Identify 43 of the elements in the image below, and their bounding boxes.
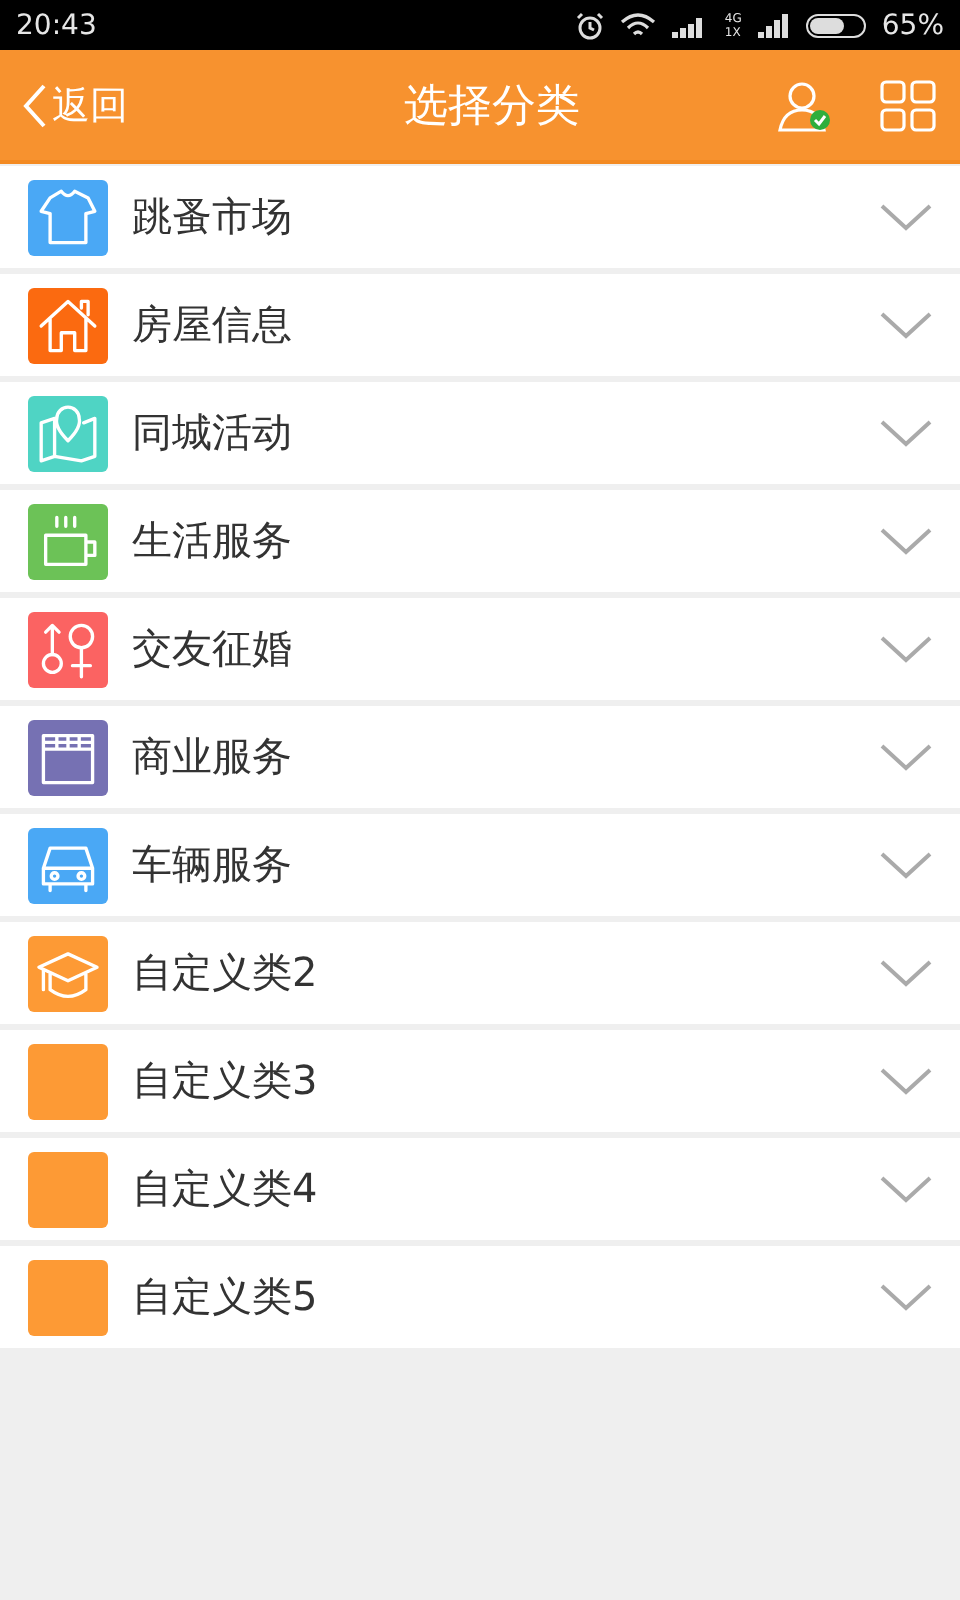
category-label: 生活服务: [132, 514, 294, 568]
page-title: 选择分类: [402, 79, 582, 135]
user-check-icon[interactable]: [776, 77, 836, 133]
category-row[interactable]: 自定义类4: [0, 1138, 960, 1240]
category-label: 自定义类2: [132, 946, 320, 1000]
category-label: 车辆服务: [132, 838, 294, 892]
clock-time: 20:43: [16, 9, 97, 41]
chevron-down-icon: [880, 1283, 932, 1311]
category-label: 房屋信息: [132, 298, 294, 352]
wifi-icon: [620, 11, 657, 39]
alarm-icon: [576, 11, 605, 39]
category-label: 自定义类4: [132, 1162, 320, 1216]
chevron-down-icon: [880, 419, 932, 447]
chevron-down-icon: [880, 1067, 932, 1095]
signal-icon: [757, 13, 790, 37]
category-label: 同城活动: [132, 406, 294, 460]
category-row[interactable]: 交友征婚: [0, 598, 960, 700]
category-row[interactable]: 车辆服务: [0, 814, 960, 916]
chevron-down-icon: [880, 635, 932, 663]
category-row[interactable]: 商业服务: [0, 706, 960, 808]
category-label: 商业服务: [132, 730, 294, 784]
category-label: 跳蚤市场: [132, 190, 294, 244]
category-label: 自定义类5: [132, 1270, 320, 1324]
chevron-down-icon: [880, 311, 932, 339]
category-row[interactable]: 自定义类2: [0, 922, 960, 1024]
chevron-down-icon: [880, 527, 932, 555]
category-label: 自定义类3: [132, 1054, 320, 1108]
category-label: 交友征婚: [132, 622, 294, 676]
category-row[interactable]: 生活服务: [0, 490, 960, 592]
chevron-down-icon: [880, 851, 932, 879]
chevron-down-icon: [880, 959, 932, 987]
category-row[interactable]: 跳蚤市场: [0, 166, 960, 268]
chevron-down-icon: [880, 203, 932, 231]
back-chevron-icon: [20, 81, 48, 129]
battery-icon: [805, 13, 866, 37]
category-row[interactable]: 同城活动: [0, 382, 960, 484]
category-row[interactable]: 自定义类5: [0, 1246, 960, 1348]
grid-icon[interactable]: [880, 79, 936, 131]
category-row[interactable]: 房屋信息: [0, 274, 960, 376]
chevron-down-icon: [880, 743, 932, 771]
battery-percent: 65%: [881, 9, 944, 41]
category-row[interactable]: 自定义类3: [0, 1030, 960, 1132]
chevron-down-icon: [880, 1175, 932, 1203]
